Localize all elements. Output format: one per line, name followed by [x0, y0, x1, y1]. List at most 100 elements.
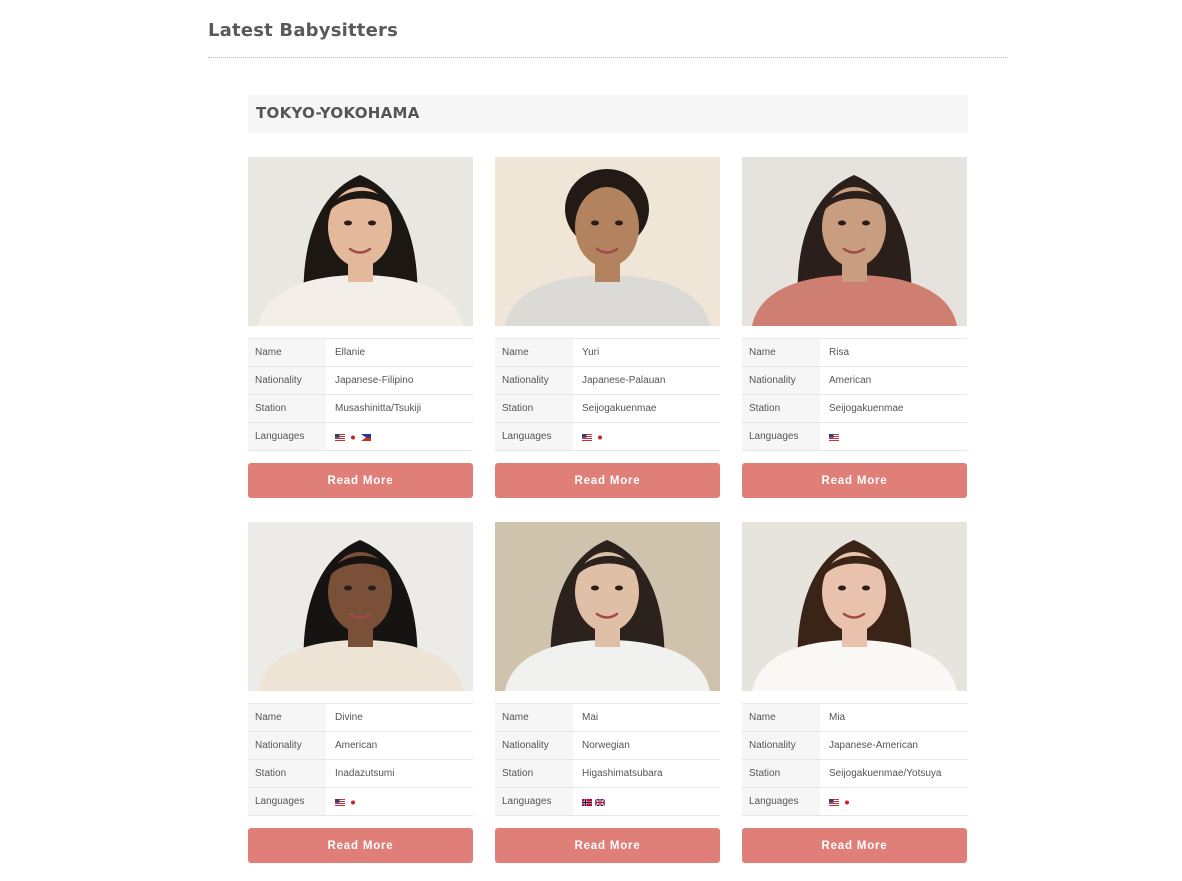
babysitter-photo[interactable]: [248, 522, 473, 691]
name-value: Ellanie: [335, 347, 366, 358]
babysitter-card: Name Risa Nationality American Station S…: [742, 157, 967, 498]
portrait-photo: [742, 157, 967, 326]
languages-value: [326, 788, 473, 816]
name-label: Name: [742, 703, 820, 732]
nationality-label: Nationality: [248, 366, 326, 395]
portrait-photo: [495, 157, 720, 326]
babysitter-photo[interactable]: [495, 522, 720, 691]
name-value: Mia: [829, 712, 846, 723]
us-flag-icon: [582, 433, 592, 441]
name-value: Mai: [582, 712, 599, 723]
station-value: Inadazutsumi: [335, 768, 395, 779]
no-flag-icon: [582, 798, 592, 806]
jp-flag-icon: [842, 798, 852, 806]
nationality-label: Nationality: [495, 731, 573, 760]
station-label: Station: [248, 394, 326, 423]
region-name: TOKYO-YOKOHAMA: [256, 104, 420, 122]
languages-label: Languages: [495, 422, 573, 451]
languages-value: [820, 788, 967, 816]
name-label: Name: [495, 703, 573, 732]
name-label: Name: [742, 338, 820, 367]
read-more-button[interactable]: Read More: [495, 463, 720, 498]
nationality-label: Nationality: [248, 731, 326, 760]
info-row-station: Station Seijogakuenmae: [495, 394, 720, 423]
nationality-label: Nationality: [742, 366, 820, 395]
name-label: Name: [248, 338, 326, 367]
nationality-value: American: [335, 740, 378, 751]
info-row-nationality: Nationality Japanese-American: [742, 731, 967, 760]
station-value: Musashinitta/Tsukiji: [335, 403, 422, 414]
name-value: Yuri: [582, 347, 600, 358]
jp-flag-icon: [348, 433, 358, 441]
info-row-nationality: Nationality Japanese-Palauan: [495, 366, 720, 395]
portrait-photo: [248, 522, 473, 691]
info-row-station: Station Higashimatsubara: [495, 759, 720, 788]
name-label: Name: [248, 703, 326, 732]
babysitter-photo[interactable]: [495, 157, 720, 326]
station-value: Higashimatsubara: [582, 768, 663, 779]
title-divider: [208, 57, 1008, 58]
babysitter-photo[interactable]: [742, 522, 967, 691]
station-label: Station: [495, 394, 573, 423]
nationality-value: Norwegian: [582, 740, 630, 751]
us-flag-icon: [335, 433, 345, 441]
nationality-label: Nationality: [742, 731, 820, 760]
languages-label: Languages: [742, 422, 820, 451]
languages-label: Languages: [248, 422, 326, 451]
info-row-nationality: Nationality American: [248, 731, 473, 760]
info-row-languages: Languages: [495, 422, 720, 451]
us-flag-icon: [829, 798, 839, 806]
languages-value: [820, 423, 967, 451]
babysitter-card: Name Divine Nationality American Station…: [248, 522, 473, 863]
name-value: Risa: [829, 347, 850, 358]
read-more-button[interactable]: Read More: [248, 463, 473, 498]
station-value: Seijogakuenmae: [582, 403, 657, 414]
portrait-photo: [495, 522, 720, 691]
info-row-name: Name Mai: [495, 703, 720, 732]
babysitter-photo[interactable]: [742, 157, 967, 326]
info-row-languages: Languages: [742, 422, 967, 451]
babysitter-info-table: Name Mai Nationality Norwegian Station H…: [495, 703, 720, 816]
info-row-name: Name Mia: [742, 703, 967, 732]
jp-flag-icon: [595, 433, 605, 441]
read-more-button[interactable]: Read More: [742, 463, 967, 498]
babysitter-info-table: Name Divine Nationality American Station…: [248, 703, 473, 816]
station-label: Station: [495, 759, 573, 788]
name-label: Name: [495, 338, 573, 367]
station-label: Station: [742, 394, 820, 423]
ph-flag-icon: [361, 433, 371, 441]
nationality-value: American: [829, 375, 872, 386]
station-value: Seijogakuenmae: [829, 403, 904, 414]
language-flags: [582, 433, 713, 441]
babysitter-photo[interactable]: [248, 157, 473, 326]
station-label: Station: [248, 759, 326, 788]
jp-flag-icon: [348, 798, 358, 806]
info-row-languages: Languages: [248, 787, 473, 816]
babysitter-card: Name Yuri Nationality Japanese-Palauan S…: [495, 157, 720, 498]
name-value: Divine: [335, 712, 363, 723]
portrait-photo: [248, 157, 473, 326]
info-row-languages: Languages: [742, 787, 967, 816]
region-header: TOKYO-YOKOHAMA: [248, 95, 968, 133]
languages-value: [573, 423, 720, 451]
info-row-name: Name Divine: [248, 703, 473, 732]
page-title: Latest Babysitters: [208, 20, 398, 41]
info-row-languages: Languages: [495, 787, 720, 816]
nationality-label: Nationality: [495, 366, 573, 395]
babysitter-card: Name Ellanie Nationality Japanese-Filipi…: [248, 157, 473, 498]
languages-label: Languages: [742, 787, 820, 816]
info-row-name: Name Yuri: [495, 338, 720, 367]
read-more-button[interactable]: Read More: [248, 828, 473, 863]
info-row-name: Name Ellanie: [248, 338, 473, 367]
babysitter-card: Name Mai Nationality Norwegian Station H…: [495, 522, 720, 863]
info-row-nationality: Nationality Norwegian: [495, 731, 720, 760]
language-flags: [582, 798, 713, 807]
babysitter-info-table: Name Yuri Nationality Japanese-Palauan S…: [495, 338, 720, 451]
read-more-button[interactable]: Read More: [495, 828, 720, 863]
info-row-station: Station Seijogakuenmae: [742, 394, 967, 423]
read-more-button[interactable]: Read More: [742, 828, 967, 863]
nationality-value: Japanese-Filipino: [335, 375, 414, 386]
info-row-station: Station Musashinitta/Tsukiji: [248, 394, 473, 423]
info-row-station: Station Inadazutsumi: [248, 759, 473, 788]
station-label: Station: [742, 759, 820, 788]
